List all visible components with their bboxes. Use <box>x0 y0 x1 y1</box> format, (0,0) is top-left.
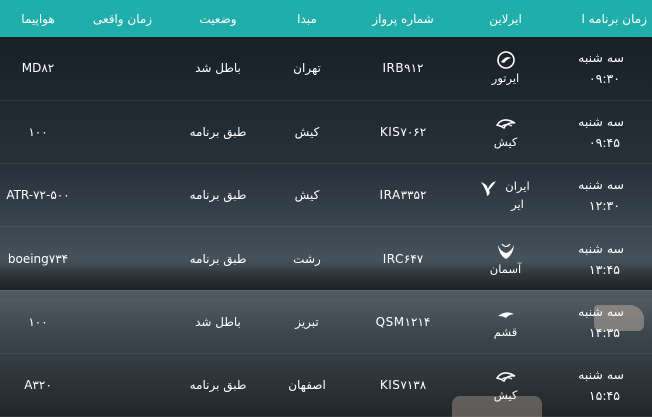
airline-cell: آسمان <box>459 227 552 290</box>
scheduled-day: سه شنبه <box>578 367 624 383</box>
scheduled-day: سه شنبه <box>578 177 624 193</box>
scheduled-time-cell: سه شنبه ۱۳:۴۵ <box>552 227 652 290</box>
origin: رشت <box>293 251 321 266</box>
scheduled-day: سه شنبه <box>578 240 624 256</box>
actual-time <box>76 227 169 290</box>
aircraft: ATR-۷۲-۵۰۰ <box>6 188 70 203</box>
actual-time <box>76 37 169 100</box>
scheduled-time-cell: سه شنبه ۰۹:۴۵ <box>552 100 652 163</box>
origin: کیش <box>294 124 320 139</box>
iran-air-logo-icon <box>480 181 496 197</box>
table-row: سه شنبه ۱۵:۴۵ کیش KIS۷۱۳۸ اصفهان طبق برن… <box>0 353 652 417</box>
origin: تهران <box>293 61 321 76</box>
table-row: سه شنبه ۰۹:۳۰ ایرتور IRB۹۱۲ تهران باطل ش… <box>0 37 652 101</box>
scheduled-time: ۱۴:۳۵ <box>588 324 620 340</box>
aseman-logo-icon <box>497 243 514 259</box>
origin: تبریز <box>295 314 319 329</box>
scheduled-time: ۰۹:۴۵ <box>588 134 620 150</box>
scheduled-time-cell: سه شنبه ۰۹:۳۰ <box>552 37 652 100</box>
scheduled-time: ۰۹:۳۰ <box>588 71 620 87</box>
table-row: سه شنبه ۱۲:۳۰ ایران ایر IRA۳۳۵۲ کیش طبق … <box>0 164 652 227</box>
flight-number: QSM۱۲۱۴ <box>375 314 431 329</box>
airtour-logo-icon <box>496 51 515 70</box>
aircraft: ۱۰۰ <box>28 314 48 329</box>
airline-name: ایران ایر <box>505 179 530 212</box>
airline-cell: ایرتور <box>459 37 552 100</box>
airline-name: کیش <box>493 388 518 403</box>
header-origin: مبدا <box>297 11 317 26</box>
actual-time <box>76 290 169 353</box>
flight-schedule-table: زمان برنامه ا ایرلاین شماره پرواز مبدا و… <box>0 0 652 417</box>
qeshm-air-logo-icon <box>497 312 514 318</box>
scheduled-day: سه شنبه <box>578 50 624 66</box>
scheduled-time-cell: سه شنبه ۱۲:۳۰ <box>552 164 652 227</box>
actual-time <box>76 100 169 163</box>
kish-air-logo-icon <box>495 119 515 130</box>
airline-name: قشم <box>493 324 518 339</box>
aircraft: boeing۷۳۴ <box>7 251 69 266</box>
flight-number: IRA۳۳۵۲ <box>379 188 427 203</box>
flight-number: KIS۷۰۶۲ <box>379 124 427 139</box>
scheduled-time: ۱۳:۴۵ <box>588 261 620 277</box>
status: طبق برنامه <box>189 188 247 203</box>
scheduled-day: سه شنبه <box>578 113 624 129</box>
actual-time <box>76 353 169 416</box>
airline-cell: کیش <box>459 100 552 163</box>
flight-number: IRC۶۴۷ <box>382 251 424 266</box>
kish-air-logo-icon <box>495 372 515 383</box>
flight-number: KIS۷۱۳۸ <box>379 378 427 393</box>
scheduled-time-cell: سه شنبه ۱۵:۴۵ <box>552 353 652 416</box>
header-status: وضعیت <box>199 11 237 26</box>
aircraft: A۳۲۰ <box>24 378 52 393</box>
scheduled-time: ۱۵:۴۵ <box>588 388 620 404</box>
scheduled-time: ۱۲:۳۰ <box>588 198 620 214</box>
airline-cell: قشم <box>459 290 552 353</box>
airline-name: آسمان <box>489 261 522 276</box>
scheduled-time-cell: سه شنبه ۱۴:۳۵ <box>552 290 652 353</box>
status: طبق برنامه <box>189 124 247 139</box>
header-scheduled-time: زمان برنامه ا <box>581 11 647 26</box>
aircraft: MD۸۲ <box>21 61 55 76</box>
header-actual-time: زمان واقعی <box>92 11 153 26</box>
airline-cell: ایران ایر <box>459 164 552 227</box>
table-row: سه شنبه ۱۴:۳۵ قشم QSM۱۲۱۴ تبریز باطل شد … <box>0 290 652 354</box>
aircraft: ۱۰۰ <box>28 124 48 139</box>
status: طبق برنامه <box>189 251 247 266</box>
origin: کیش <box>294 188 320 203</box>
airline-name: ایرتور <box>491 71 520 86</box>
table-row: سه شنبه ۱۳:۴۵ آسمان IRC۶۴۷ رشت طبق برنام… <box>0 227 652 291</box>
status: طبق برنامه <box>189 378 247 393</box>
table-row: سه شنبه ۰۹:۴۵ کیش KIS۷۰۶۲ کیش طبق برنامه… <box>0 100 652 164</box>
airline-name: کیش <box>493 134 518 149</box>
status: باطل شد <box>195 314 241 329</box>
scheduled-day: سه شنبه <box>578 303 624 319</box>
table-header-row: زمان برنامه ا ایرلاین شماره پرواز مبدا و… <box>0 0 652 37</box>
header-airline: ایرلاین <box>489 11 522 26</box>
airline-cell: کیش <box>459 353 552 416</box>
flight-number: IRB۹۱۲ <box>382 61 424 76</box>
origin: اصفهان <box>288 378 326 393</box>
header-aircraft: هواپیما <box>21 11 55 26</box>
header-flight-number: شماره پرواز <box>372 11 434 26</box>
actual-time <box>76 164 169 227</box>
status: باطل شد <box>195 61 241 76</box>
